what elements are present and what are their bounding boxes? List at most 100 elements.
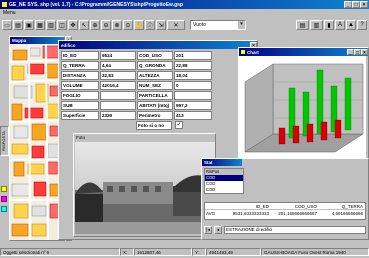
side-tab-risposta[interactable]: RISPOSTA <box>0 126 9 156</box>
pan-icon[interactable]: ✋ <box>134 20 144 30</box>
print-icon[interactable]: ▦ <box>35 20 45 30</box>
form-row: SUB ABITATI (mtq) 997,2 <box>61 101 255 110</box>
map-title: Mappa <box>12 38 27 43</box>
stats-footer: |◂ ◂ ESTRAZIONE di edifici <box>204 225 366 234</box>
coord-x-label: X: <box>120 248 134 256</box>
field-value[interactable]: 997,2 <box>174 101 212 110</box>
tool-icon[interactable] <box>1 206 7 212</box>
tool-icon[interactable] <box>1 196 7 202</box>
field-value[interactable]: 4,64 <box>100 61 136 70</box>
grid-icon[interactable]: ▥ <box>46 20 56 30</box>
stats-cell: 9531,6333333333 <box>232 211 269 216</box>
stats-column-header: COD_USO <box>294 204 317 209</box>
chart-bar-red <box>320 121 328 141</box>
zoom-in-icon[interactable]: ⊕ <box>90 20 100 30</box>
field-value[interactable]: 42016,4 <box>100 81 136 90</box>
map-parcel <box>11 65 25 81</box>
map-canvas[interactable] <box>10 44 64 240</box>
foto-checkbox[interactable]: ✓ <box>175 121 183 129</box>
form-row: Superficie 2330 Perimetro 413 <box>61 111 255 120</box>
chart-bar-green <box>344 77 352 131</box>
zoom-full-icon[interactable]: ⊙ <box>123 20 133 30</box>
chart-minimize-button[interactable]: _ <box>347 49 354 56</box>
field-value[interactable]: 22,88 <box>174 61 212 70</box>
map-parcel <box>24 107 44 119</box>
chart-bar-red <box>278 127 286 145</box>
selected-count: Oggetti selezionati nº 6 <box>0 248 120 256</box>
map-parcel <box>31 123 47 141</box>
form-row: Q_TERRA 4,64 Q_GRONDA 22,88 <box>61 61 255 70</box>
map-parcel <box>13 161 25 177</box>
close-button[interactable]: × <box>360 1 368 8</box>
field-value[interactable]: 18,04 <box>174 71 212 80</box>
toolbar: ▭ ▤ ▣ ▦ ▥ ◫ ✥ ↖ ⊕ ⊖ ⊗ ⊙ ✋ ⓘ ⇲ ✕ Vuoto ▾ … <box>2 18 367 32</box>
layer-select[interactable]: Vuoto ▾ <box>190 20 246 30</box>
map-parcel <box>31 223 47 237</box>
layer-select-value: Vuoto <box>193 22 206 28</box>
layers-icon[interactable]: ◫ <box>57 20 67 30</box>
maximize-button[interactable]: □ <box>352 1 360 8</box>
open-icon[interactable]: ▤ <box>13 20 23 30</box>
stats-cell: 4,59166666666 <box>331 211 363 216</box>
field-value[interactable]: 2330 <box>100 111 136 120</box>
minimize-button[interactable]: _ <box>344 1 352 8</box>
status-bar: Oggetti selezionati nº 6 X: 1612807,46 Y… <box>0 247 369 257</box>
field-label: ID_ED <box>61 51 99 60</box>
image-icon[interactable]: ▲ <box>346 20 356 30</box>
coord-y-value: 4941493,49 <box>206 248 261 256</box>
map-parcel <box>12 49 28 61</box>
chart-icon[interactable]: ▮ <box>324 20 334 30</box>
stats-list-item[interactable]: COD <box>205 187 243 193</box>
field-value[interactable]: 201 <box>174 51 212 60</box>
app-titlebar: GE_NE SYS. shp (vel. 1.7) - C:\Programmi… <box>0 0 369 9</box>
field-value[interactable] <box>100 101 136 110</box>
move-icon[interactable]: ✥ <box>68 20 78 30</box>
help-icon[interactable]: ? <box>357 20 367 30</box>
field-label: VOLUME <box>61 81 99 90</box>
left-icon-strip: RISPOSTA <box>0 36 9 241</box>
save-icon[interactable]: ▣ <box>24 20 34 30</box>
measure-icon[interactable]: ⇲ <box>156 20 166 30</box>
report-icon[interactable]: ▥ <box>310 20 323 30</box>
field-label: COD_USO <box>137 51 173 60</box>
map-parcel <box>13 125 29 139</box>
form-row: DISTANZA 32,83 ALTEZZA 18,04 <box>61 71 255 80</box>
chart-maximize-button[interactable]: □ <box>354 49 361 56</box>
identify-icon[interactable]: ⓘ <box>145 20 155 30</box>
app-title: GE_NE SYS. shp (vel. 1.7) - C:\Programmi… <box>9 1 184 8</box>
zoom-window-icon[interactable]: ⊗ <box>112 20 122 30</box>
prev-record-icon[interactable]: ◂ <box>214 225 222 234</box>
tool-icon[interactable] <box>1 186 7 192</box>
map-parcel <box>13 203 29 219</box>
field-label: NUM_SEZ <box>137 81 173 90</box>
chart-title: Chart <box>247 49 259 55</box>
select-icon[interactable]: ↖ <box>79 20 89 30</box>
menu-item[interactable]: Menu <box>3 10 16 16</box>
map-road <box>10 158 64 161</box>
chart-close-button[interactable]: × <box>361 49 368 56</box>
field-value[interactable]: 32,83 <box>100 71 136 80</box>
first-record-icon[interactable]: |◂ <box>204 225 212 234</box>
stats-cell: 201,166666666667 <box>278 211 317 216</box>
stats-corner <box>205 203 223 209</box>
field-value[interactable]: 0 <box>174 81 212 90</box>
menu-bar: Menu <box>0 9 369 17</box>
photo-window: Foto <box>73 133 216 237</box>
map-parcel <box>11 223 29 237</box>
chart-bar-red <box>292 125 300 144</box>
zoom-out-icon[interactable]: ⊖ <box>101 20 111 30</box>
map-parcel <box>11 103 23 121</box>
field-value[interactable] <box>174 91 212 100</box>
text-icon[interactable]: A <box>335 20 345 30</box>
stats-column-header: ID_ED <box>255 204 269 209</box>
new-icon[interactable]: ▭ <box>2 20 12 30</box>
field-value[interactable]: 413 <box>174 111 212 120</box>
field-value[interactable] <box>100 91 136 100</box>
field-value[interactable]: 9524 <box>100 51 136 60</box>
chart-icon <box>241 50 245 54</box>
table-icon[interactable]: ▤ <box>296 20 309 30</box>
stats-row-label: AVG <box>206 211 216 216</box>
form-row: VOLUME 42016,4 NUM_SEZ 0 <box>61 81 255 90</box>
field-label: SUB <box>61 101 99 110</box>
draw-icon[interactable]: ✕ <box>167 20 185 30</box>
